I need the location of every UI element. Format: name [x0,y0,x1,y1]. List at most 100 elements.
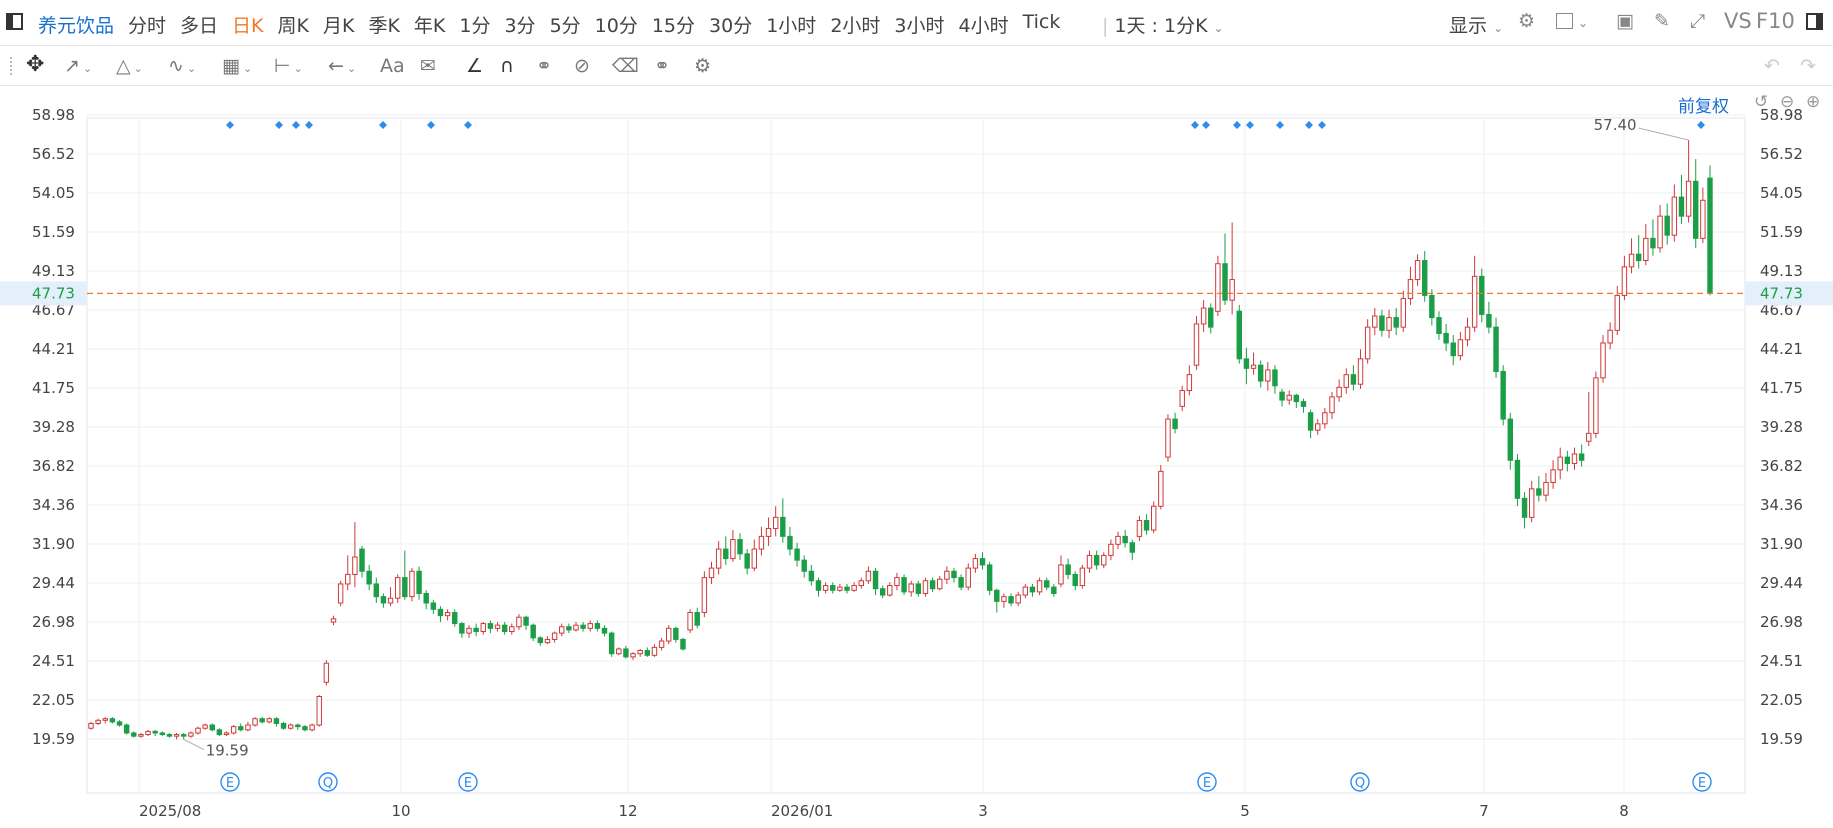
candle-body[interactable] [637,650,643,655]
lock-icon[interactable]: ⚭ [536,55,552,77]
candle-body[interactable] [965,567,971,588]
candle-body[interactable] [665,627,672,642]
candle-body[interactable] [195,727,201,734]
candle-body[interactable] [1379,315,1385,331]
dividend-marker-icon[interactable] [427,121,435,129]
candle-body[interactable] [316,696,322,726]
candle-body[interactable] [837,586,843,591]
candle-body[interactable] [102,718,108,721]
candle-body[interactable] [573,624,579,631]
period-tab[interactable]: 1小时 [766,11,816,38]
polyline-icon[interactable]: △ ⌄ [116,55,143,77]
candle-body[interactable] [280,722,287,729]
candle-body[interactable] [230,726,237,734]
candle-body[interactable] [494,624,501,629]
candle-body[interactable] [1086,554,1093,569]
candle-body[interactable] [1286,394,1292,401]
candle-body[interactable] [972,558,979,569]
candle-body[interactable] [1564,456,1571,464]
candle-body[interactable] [452,611,458,625]
candle-body[interactable] [872,570,879,590]
candle-body[interactable] [330,618,337,623]
candle-body[interactable] [765,527,772,537]
pencil-icon[interactable]: ✎ [1654,10,1670,32]
candle-body[interactable] [394,577,401,599]
candle-body[interactable] [337,583,344,604]
candle-body[interactable] [1536,488,1542,496]
candle-body[interactable] [787,535,793,550]
camera-icon[interactable]: ▣ [1616,10,1634,32]
candle-body[interactable] [1693,180,1699,239]
candle-body[interactable] [559,626,565,634]
period-tab[interactable]: 1分 [459,11,490,38]
candle-body[interactable] [1008,596,1014,604]
candle-body[interactable] [1479,275,1485,315]
candle-body[interactable] [1464,326,1471,341]
candle-body[interactable] [1600,342,1606,379]
candle-body[interactable] [1528,488,1535,518]
measure-icon[interactable]: ⊢ ⌄ [274,55,303,77]
candle-body[interactable] [287,724,294,729]
candle-body[interactable] [1493,326,1499,373]
period-tab[interactable]: 年K [414,11,445,38]
candle-body[interactable] [516,616,522,628]
candle-body[interactable] [1550,469,1556,483]
candle-body[interactable] [123,724,130,734]
candle-body[interactable] [209,724,215,731]
candle-body[interactable] [1414,260,1421,281]
candle-body[interactable] [616,648,622,655]
candle-body[interactable] [944,570,950,580]
candle-body[interactable] [1500,371,1506,420]
candle-body[interactable] [1065,564,1071,575]
candle-body[interactable] [181,734,187,737]
candle-body[interactable] [309,724,315,731]
period-tab[interactable]: 15分 [652,11,695,38]
move-icon[interactable]: ✥ [26,52,44,77]
candle-body[interactable] [758,535,765,550]
candle-body[interactable] [430,602,437,610]
candle-body[interactable] [1143,520,1150,531]
candle-body[interactable] [1336,386,1342,398]
fullscreen-icon[interactable]: ⤢ [1690,10,1705,32]
period-tab[interactable]: 日K [232,11,263,38]
candle-body[interactable] [1136,520,1143,537]
candle-body[interactable] [202,724,208,729]
candle-body[interactable] [580,624,586,629]
candle-body[interactable] [851,585,857,591]
layout-icon[interactable] [1556,13,1573,29]
candle-body[interactable] [587,623,593,629]
dividend-marker-icon[interactable] [1305,121,1313,129]
candle-body[interactable] [908,583,914,593]
candle-body[interactable] [509,626,515,633]
period-tab[interactable]: 3小时 [894,11,944,38]
candle-body[interactable] [901,577,907,593]
candle-body[interactable] [466,627,472,634]
candle-body[interactable] [1507,418,1514,461]
candle-body[interactable] [1058,564,1064,585]
candle-body[interactable] [780,516,786,537]
candle-body[interactable] [1307,412,1314,431]
candle-body[interactable] [409,570,415,598]
candle-body[interactable] [1179,390,1185,407]
candle-body[interactable] [608,632,615,655]
candle-body[interactable] [1315,423,1321,431]
dividend-marker-icon[interactable] [379,121,387,129]
toolbar-grip-icon[interactable] [10,57,15,75]
candle-body[interactable] [937,578,943,590]
period-tab[interactable]: 周K [278,11,309,38]
candle-body[interactable] [986,564,993,591]
candle-body[interactable] [979,558,986,566]
candle-body[interactable] [1229,279,1235,301]
candle-body[interactable] [701,577,708,613]
left-panel-toggle-icon[interactable] [6,13,23,30]
candle-body[interactable] [1557,456,1563,471]
candle-body[interactable] [1200,307,1207,325]
candle-body[interactable] [1707,177,1713,294]
candle-body[interactable] [1093,554,1100,566]
candle-body[interactable] [1621,266,1628,296]
candle-body[interactable] [537,637,544,644]
candle-body[interactable] [373,583,379,598]
candle-body[interactable] [815,580,822,591]
display-menu[interactable]: 显示 ⌄ [1449,11,1503,38]
dividend-marker-icon[interactable] [1318,121,1326,129]
